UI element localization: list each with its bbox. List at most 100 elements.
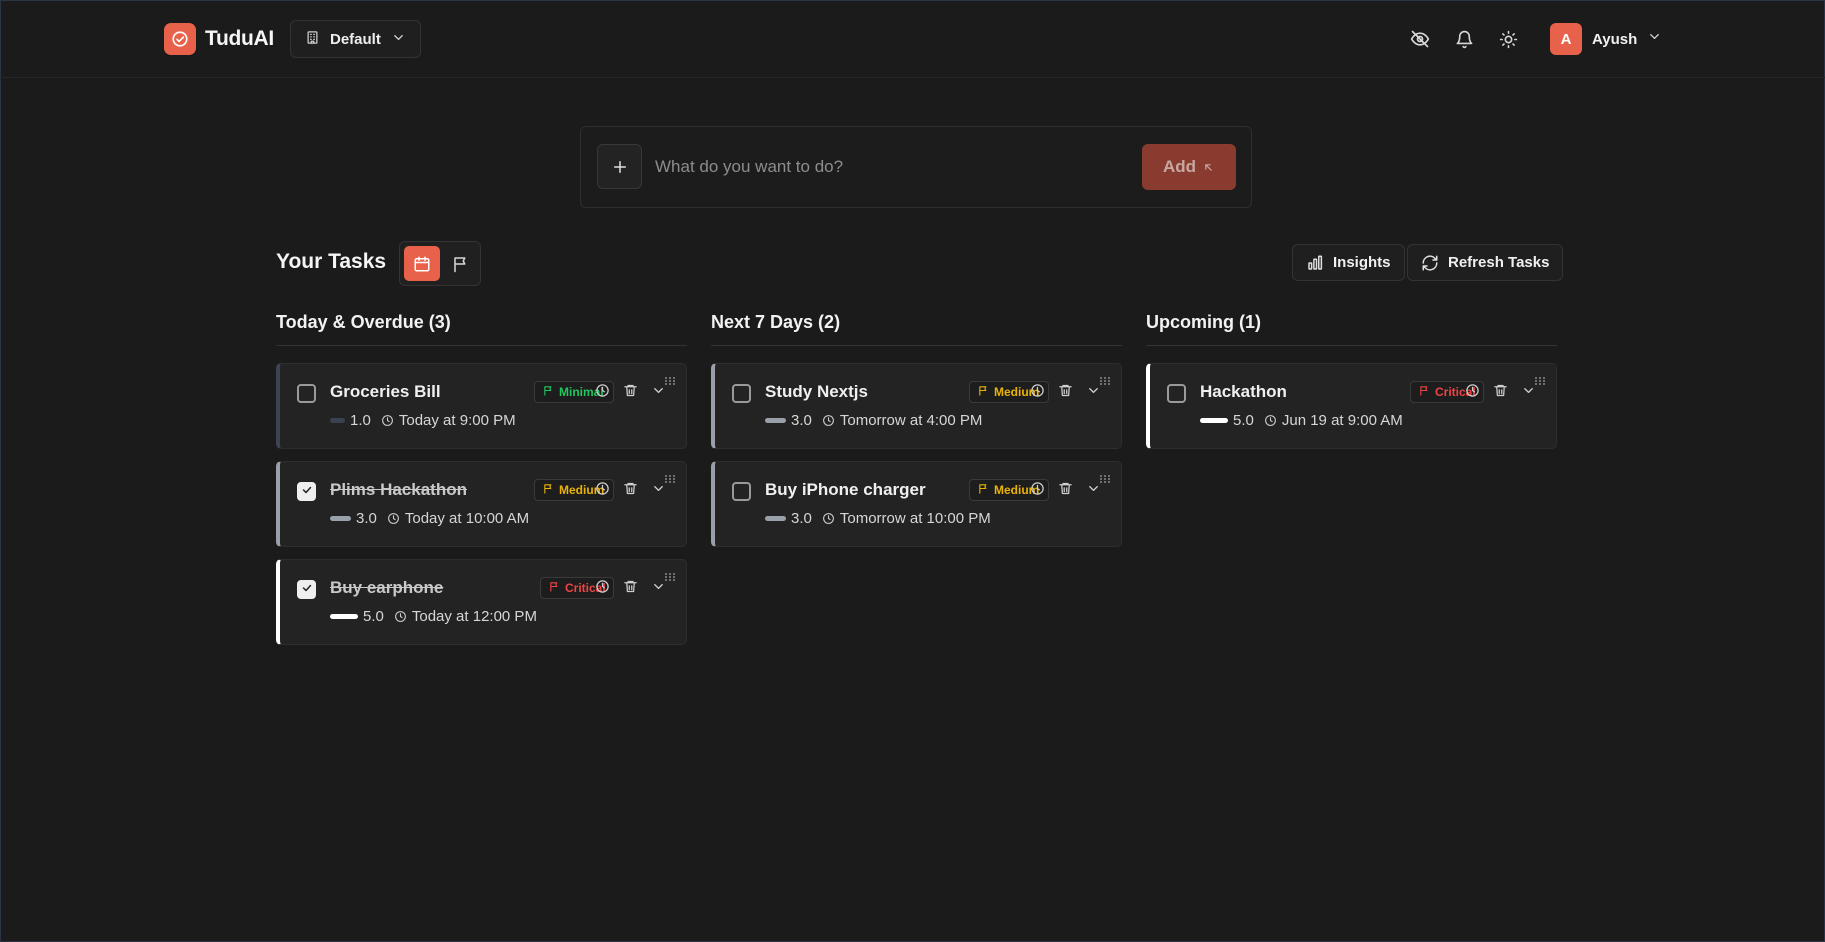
arrow-up-left-icon [1205, 163, 1212, 171]
task-input[interactable] [655, 147, 1135, 187]
clock-icon [822, 414, 835, 427]
delete-button[interactable] [1056, 384, 1074, 402]
task-card[interactable]: Buy earphone Critical 5.0 Today at 12:00 PM [276, 559, 687, 645]
task-score: 5.0 [363, 608, 384, 625]
chevron-down-icon [1086, 481, 1101, 501]
delete-button[interactable] [1491, 384, 1509, 402]
score-bar [765, 418, 786, 423]
task-checkbox[interactable] [732, 482, 751, 501]
plus-button[interactable] [597, 144, 642, 189]
clock-icon [595, 481, 610, 501]
trash-icon [623, 481, 638, 501]
workspace-select[interactable]: Default [290, 20, 421, 58]
check-circle-icon [164, 23, 196, 55]
calendar-view-button[interactable] [404, 246, 440, 281]
refresh-icon [1422, 254, 1438, 271]
task-due: Tomorrow at 10:00 PM [839, 510, 991, 527]
flag-icon [543, 483, 554, 497]
reminder-button[interactable] [593, 482, 611, 500]
trash-icon [623, 383, 638, 403]
refresh-tasks-button[interactable]: Refresh Tasks [1407, 244, 1564, 281]
clock-icon [1030, 383, 1045, 403]
drag-handle-icon[interactable] [1099, 373, 1111, 385]
delete-button[interactable] [621, 580, 639, 598]
app-name: TuduAI [205, 27, 274, 50]
check-icon [301, 483, 313, 501]
task-card[interactable]: Study Nextjs Medium 3.0 Tomorrow at 4:00 PM [711, 363, 1122, 449]
drag-handle-icon[interactable] [664, 569, 676, 581]
task-checkbox[interactable] [1167, 384, 1186, 403]
clock-icon [1030, 481, 1045, 501]
reminder-button[interactable] [1028, 482, 1046, 500]
task-title: Plims Hackathon [330, 480, 467, 499]
expand-button[interactable] [649, 482, 667, 500]
task-due: Today at 9:00 PM [398, 412, 516, 429]
expand-button[interactable] [649, 580, 667, 598]
app-header: TuduAI Default A Ayush [0, 0, 1825, 78]
column-title: Next 7 Days (2) [711, 308, 1122, 346]
priority-view-button[interactable] [444, 246, 478, 281]
building-icon [305, 30, 320, 49]
trash-icon [623, 579, 638, 599]
drag-handle-icon[interactable] [1099, 471, 1111, 483]
add-button-label: Add [1162, 157, 1197, 176]
flag-icon [549, 581, 560, 595]
task-card[interactable]: Groceries Bill Minimal 1.0 Today at 9:00 PM [276, 363, 687, 449]
chevron-down-icon [651, 579, 666, 599]
drag-handle-icon[interactable] [664, 471, 676, 483]
clock-icon [822, 512, 835, 525]
refresh-label: Refresh Tasks [1448, 254, 1550, 271]
clock-icon [1465, 383, 1480, 403]
column-title: Today & Overdue (3) [276, 308, 687, 346]
reminder-button[interactable] [593, 384, 611, 402]
app-logo[interactable]: TuduAI [164, 23, 274, 55]
task-checkbox[interactable] [297, 580, 316, 599]
plus-icon [613, 160, 626, 173]
reminder-button[interactable] [1463, 384, 1481, 402]
task-column: Upcoming (1) Hackathon Critical 5.0 Jun 19 a… [1146, 308, 1557, 449]
column-title: Upcoming (1) [1146, 308, 1557, 346]
score-bar [1200, 418, 1228, 423]
insights-button[interactable]: Insights [1292, 244, 1405, 281]
task-checkbox[interactable] [297, 482, 316, 501]
add-task-form: Add [580, 126, 1252, 208]
workspace-name: Default [330, 30, 381, 48]
task-card[interactable]: Hackathon Critical 5.0 Jun 19 at 9:00 AM [1146, 363, 1557, 449]
task-score: 3.0 [356, 510, 377, 527]
clock-icon [1264, 414, 1277, 427]
trash-icon [1058, 383, 1073, 403]
delete-button[interactable] [621, 384, 639, 402]
page-title: Your Tasks [276, 250, 387, 273]
clock-icon [381, 414, 394, 427]
reminder-button[interactable] [593, 580, 611, 598]
expand-button[interactable] [1519, 384, 1537, 402]
clock-icon [387, 512, 400, 525]
task-score: 1.0 [350, 412, 371, 429]
drag-handle-icon[interactable] [1534, 373, 1546, 385]
task-column: Today & Overdue (3) Groceries Bill Minimal… [276, 308, 687, 645]
user-name: Ayush [1592, 30, 1638, 48]
reminder-button[interactable] [1028, 384, 1046, 402]
trash-icon [1493, 383, 1508, 403]
expand-button[interactable] [649, 384, 667, 402]
add-button[interactable]: Add [1142, 144, 1236, 190]
bell-icon[interactable] [1452, 27, 1476, 51]
delete-button[interactable] [621, 482, 639, 500]
task-checkbox[interactable] [732, 384, 751, 403]
chevron-down-icon [651, 383, 666, 403]
task-checkbox[interactable] [297, 384, 316, 403]
task-due: Today at 10:00 AM [404, 510, 530, 527]
flag-icon [543, 385, 554, 399]
chevron-down-icon [651, 481, 666, 501]
task-card[interactable]: Buy iPhone charger Medium 3.0 Tomorrow at 1… [711, 461, 1122, 547]
task-card[interactable]: Plims Hackathon Medium 3.0 Today at 10:00 A… [276, 461, 687, 547]
task-meta: 3.0 Tomorrow at 4:00 PM [765, 412, 982, 429]
sun-icon[interactable] [1496, 27, 1520, 51]
drag-handle-icon[interactable] [664, 373, 676, 385]
eye-off-icon[interactable] [1408, 27, 1432, 51]
expand-button[interactable] [1084, 384, 1102, 402]
delete-button[interactable] [1056, 482, 1074, 500]
expand-button[interactable] [1084, 482, 1102, 500]
user-menu[interactable]: A Ayush [1550, 23, 1662, 55]
score-bar [330, 614, 358, 619]
